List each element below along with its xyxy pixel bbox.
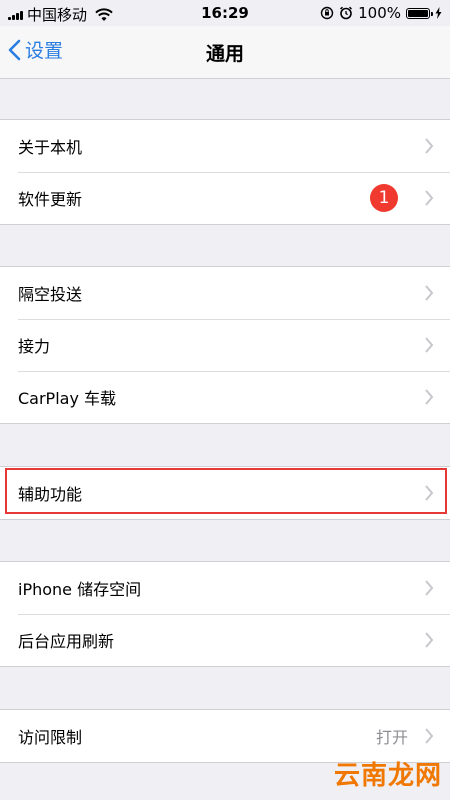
row-label: iPhone 储存空间: [18, 580, 142, 599]
row-label: CarPlay 车载: [18, 389, 117, 408]
alarm-icon: [340, 6, 353, 20]
group-about: 关于本机 软件更新 1: [0, 119, 450, 225]
status-bar: 中国移动 16:29 100%: [0, 0, 450, 26]
row-accessibility[interactable]: 辅助功能: [0, 467, 450, 519]
group-accessibility: 辅助功能: [0, 466, 450, 520]
row-label: 辅助功能: [18, 485, 83, 504]
row-value: 打开: [375, 728, 408, 747]
group-continuity: 隔空投送 接力 CarPlay 车载: [0, 266, 450, 424]
row-software-update[interactable]: 软件更新 1: [0, 172, 450, 224]
row-carplay[interactable]: CarPlay 车载: [0, 371, 450, 423]
page-title: 通用: [205, 43, 244, 65]
chevron-right-icon: [425, 728, 434, 744]
row-label: 后台应用刷新: [18, 632, 115, 651]
chevron-right-icon: [425, 485, 434, 501]
status-right: 100%: [320, 4, 442, 22]
chevron-right-icon: [425, 632, 434, 648]
chevron-right-icon: [425, 190, 434, 206]
row-iphone-storage[interactable]: iPhone 储存空间: [0, 562, 450, 614]
row-background-refresh[interactable]: 后台应用刷新: [0, 614, 450, 666]
row-about[interactable]: 关于本机: [0, 120, 450, 172]
row-label: 隔空投送: [18, 285, 83, 304]
chevron-right-icon: [425, 285, 434, 301]
navigation-bar: 设置 通用: [0, 26, 450, 79]
chevron-right-icon: [425, 138, 434, 154]
row-handoff[interactable]: 接力: [0, 319, 450, 371]
chevron-right-icon: [425, 580, 434, 596]
row-label: 接力: [18, 337, 51, 356]
charging-icon: [435, 7, 442, 19]
row-airdrop[interactable]: 隔空投送: [0, 267, 450, 319]
notification-badge: 1: [370, 184, 398, 212]
battery-icon: [406, 7, 433, 19]
orientation-lock-icon: [320, 6, 334, 20]
chevron-right-icon: [425, 337, 434, 353]
row-label: 关于本机: [18, 138, 83, 157]
watermark: 云南龙网: [333, 761, 442, 791]
chevron-right-icon: [425, 389, 434, 405]
battery-percent: 100%: [358, 4, 401, 22]
group-storage: iPhone 储存空间 后台应用刷新: [0, 561, 450, 667]
